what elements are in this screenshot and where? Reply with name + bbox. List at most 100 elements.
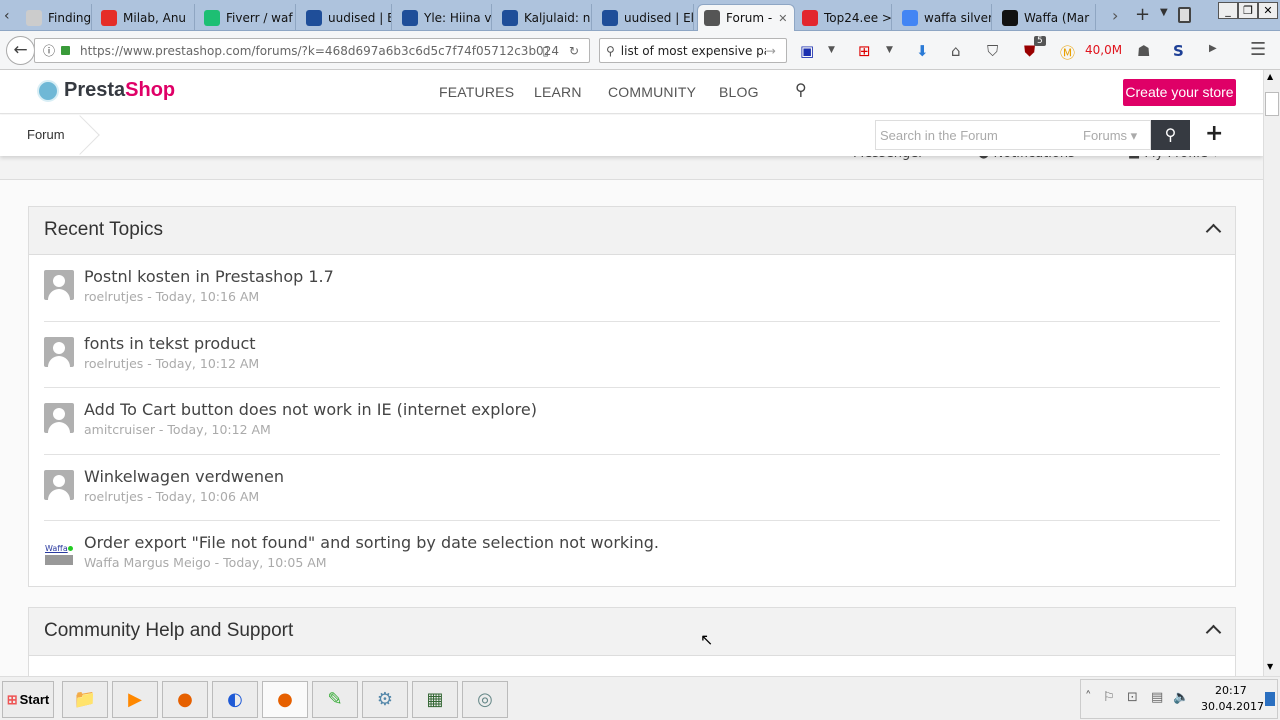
avatar[interactable] bbox=[44, 403, 74, 433]
community-help-header[interactable]: Community Help and Support bbox=[29, 608, 1235, 656]
browser-tab[interactable]: Forum - ✕ bbox=[697, 4, 795, 31]
clock-date[interactable]: 30.04.2017 bbox=[1201, 700, 1264, 713]
browser-tab[interactable]: Fiverr / waf bbox=[198, 4, 296, 31]
menu-community[interactable]: COMMUNITY bbox=[608, 84, 696, 100]
topic-meta[interactable]: Waffa Margus Meigo - Today, 10:05 AM bbox=[84, 555, 327, 570]
search-bar[interactable]: ⚲ list of most expensive paint → bbox=[599, 38, 787, 63]
url-text[interactable]: https://www.prestashop.com/forums/?k=468… bbox=[80, 44, 559, 58]
search-value[interactable]: list of most expensive paint bbox=[621, 44, 766, 58]
breadcrumb-separator bbox=[60, 115, 100, 155]
add-icon[interactable]: + bbox=[1205, 121, 1223, 146]
pocket-icon[interactable]: ⛉ bbox=[987, 42, 998, 60]
web-page: PrestaShop FEATURES LEARN COMMUNITY BLOG… bbox=[0, 70, 1263, 676]
tab-scroll-right-button[interactable]: › bbox=[1112, 6, 1118, 25]
browser-icon[interactable]: ◐ bbox=[212, 681, 258, 718]
google-icon bbox=[902, 9, 918, 26]
menu-blog[interactable]: BLOG bbox=[719, 84, 759, 100]
menu-features[interactable]: FEATURES bbox=[439, 84, 514, 100]
dropdown-icon[interactable]: ▼ bbox=[828, 45, 835, 55]
save-icon[interactable]: ▣ bbox=[800, 42, 814, 60]
avatar[interactable] bbox=[44, 469, 74, 500]
search-scope-select[interactable]: Forums ▾ bbox=[1083, 128, 1137, 144]
avatar[interactable]: Waffa bbox=[44, 536, 74, 566]
flag-icon[interactable]: ⚐ bbox=[1103, 690, 1115, 705]
search-icon[interactable]: ⚲ bbox=[795, 80, 807, 99]
browser-tab[interactable]: Yle: Hiina v bbox=[396, 4, 492, 31]
explorer-icon[interactable]: 📁 bbox=[62, 681, 108, 718]
back-button[interactable]: ← bbox=[6, 36, 35, 65]
topic-title-link[interactable]: fonts in tekst product bbox=[84, 334, 256, 353]
prestashop-logo-icon[interactable] bbox=[37, 80, 59, 102]
err-icon bbox=[306, 9, 322, 26]
firefox-active-icon[interactable]: ● bbox=[262, 681, 308, 718]
usb-icon[interactable]: ⊡ bbox=[1127, 690, 1138, 705]
browser-tab[interactable]: uudised | El bbox=[596, 4, 694, 31]
avatar[interactable] bbox=[44, 336, 74, 367]
network-icon[interactable]: ◎ bbox=[462, 681, 508, 718]
ghost-icon[interactable]: ☗ bbox=[1137, 42, 1150, 60]
topic-meta[interactable]: roelrutjes - Today, 10:06 AM bbox=[84, 489, 259, 504]
logo[interactable]: PrestaShop bbox=[64, 79, 175, 102]
search-go-icon[interactable]: → bbox=[766, 44, 776, 58]
topic-meta[interactable]: roelrutjes - Today, 10:16 AM bbox=[84, 289, 259, 304]
scroll-up-arrow[interactable]: ▲ bbox=[1267, 72, 1273, 81]
firefox-icon[interactable]: ● bbox=[162, 681, 208, 718]
browser-tab[interactable]: Top24.ee > bbox=[796, 4, 892, 31]
minimize-button[interactable]: _ bbox=[1218, 2, 1238, 19]
dropdown-icon[interactable]: ▼ bbox=[886, 45, 893, 55]
s-extension-icon[interactable]: S bbox=[1173, 42, 1184, 60]
chevron-up-icon[interactable] bbox=[1205, 624, 1222, 641]
settings-icon[interactable]: ⚙ bbox=[362, 681, 408, 718]
download-icon[interactable]: ⬇ bbox=[916, 42, 929, 60]
scroll-thumb[interactable] bbox=[1265, 92, 1279, 116]
maximize-button[interactable]: ❐ bbox=[1238, 2, 1258, 19]
power-icon[interactable]: ▤ bbox=[1151, 690, 1163, 705]
chevron-up-icon[interactable] bbox=[1205, 223, 1222, 240]
browser-tab[interactable]: Kaljulaid: n bbox=[496, 4, 592, 31]
browser-tab[interactable]: Waffa (Mar bbox=[996, 4, 1096, 31]
topic-meta[interactable]: roelrutjes - Today, 10:12 AM bbox=[84, 356, 259, 371]
close-tab-icon[interactable]: ✕ bbox=[778, 12, 787, 25]
browser-tab[interactable]: Finding Co bbox=[20, 4, 92, 31]
fiverr-icon bbox=[204, 9, 220, 26]
topic-title-link[interactable]: Order export "File not found" and sortin… bbox=[84, 533, 659, 552]
create-store-button[interactable]: Create your store bbox=[1123, 79, 1236, 106]
menu-icon[interactable]: ☰ bbox=[1250, 39, 1266, 60]
topic-title-link[interactable]: Add To Cart button does not work in IE (… bbox=[84, 400, 537, 419]
recent-topics-header[interactable]: Recent Topics bbox=[29, 207, 1235, 255]
sidebar-icon[interactable] bbox=[1178, 7, 1191, 23]
topic-title-link[interactable]: Postnl kosten in Prestashop 1.7 bbox=[84, 267, 334, 286]
info-icon[interactable]: ⓘ bbox=[43, 42, 55, 59]
forum-search-button[interactable]: ⚲ bbox=[1151, 120, 1190, 150]
volume-icon[interactable]: 🔈 bbox=[1173, 690, 1189, 705]
browser-tab[interactable]: uudised | El bbox=[300, 4, 392, 31]
browser-tab[interactable]: Milab, Anu bbox=[95, 4, 195, 31]
extension-m-icon[interactable]: Ⓜ bbox=[1060, 42, 1075, 63]
close-window-button[interactable]: ✕ bbox=[1258, 2, 1278, 19]
media-player-icon[interactable]: ▶ bbox=[112, 681, 158, 718]
reader-view-icon[interactable]: ▯ bbox=[542, 44, 549, 58]
clock-time[interactable]: 20:17 bbox=[1215, 684, 1247, 697]
tray-expand-icon[interactable]: ˄ bbox=[1085, 690, 1092, 705]
start-button[interactable]: ⊞ Start bbox=[2, 681, 54, 718]
browser-tab[interactable]: waffa silver bbox=[896, 4, 992, 31]
show-desktop-button[interactable] bbox=[1265, 692, 1275, 706]
avatar[interactable] bbox=[44, 270, 74, 300]
menu-learn[interactable]: LEARN bbox=[534, 84, 582, 100]
youtube-icon[interactable]: ▶ bbox=[1209, 43, 1217, 54]
scrollbar[interactable]: ▲ ▼ bbox=[1263, 70, 1280, 676]
firstaid-icon[interactable]: ⊞ bbox=[858, 42, 871, 60]
monitor-icon[interactable]: ▦ bbox=[412, 681, 458, 718]
scroll-down-arrow[interactable]: ▼ bbox=[1267, 662, 1273, 671]
reload-icon[interactable]: ↻ bbox=[569, 44, 579, 58]
home-icon[interactable]: ⌂ bbox=[951, 42, 961, 60]
address-bar[interactable]: ⓘ https://www.prestashop.com/forums/?k=4… bbox=[34, 38, 590, 63]
tab-list-button[interactable]: ▼ bbox=[1160, 7, 1168, 18]
new-tab-button[interactable]: + bbox=[1135, 4, 1150, 25]
topic-title-link[interactable]: Winkelwagen verdwenen bbox=[84, 467, 284, 486]
topic-meta[interactable]: amitcruiser - Today, 10:12 AM bbox=[84, 422, 271, 437]
counter-value[interactable]: 40,0M bbox=[1085, 43, 1122, 57]
notepad-icon[interactable]: ✎ bbox=[312, 681, 358, 718]
forum-search-input[interactable]: Search in the Forum Forums ▾ bbox=[875, 120, 1151, 150]
tab-scroll-left-button[interactable]: ‹ bbox=[4, 8, 10, 24]
